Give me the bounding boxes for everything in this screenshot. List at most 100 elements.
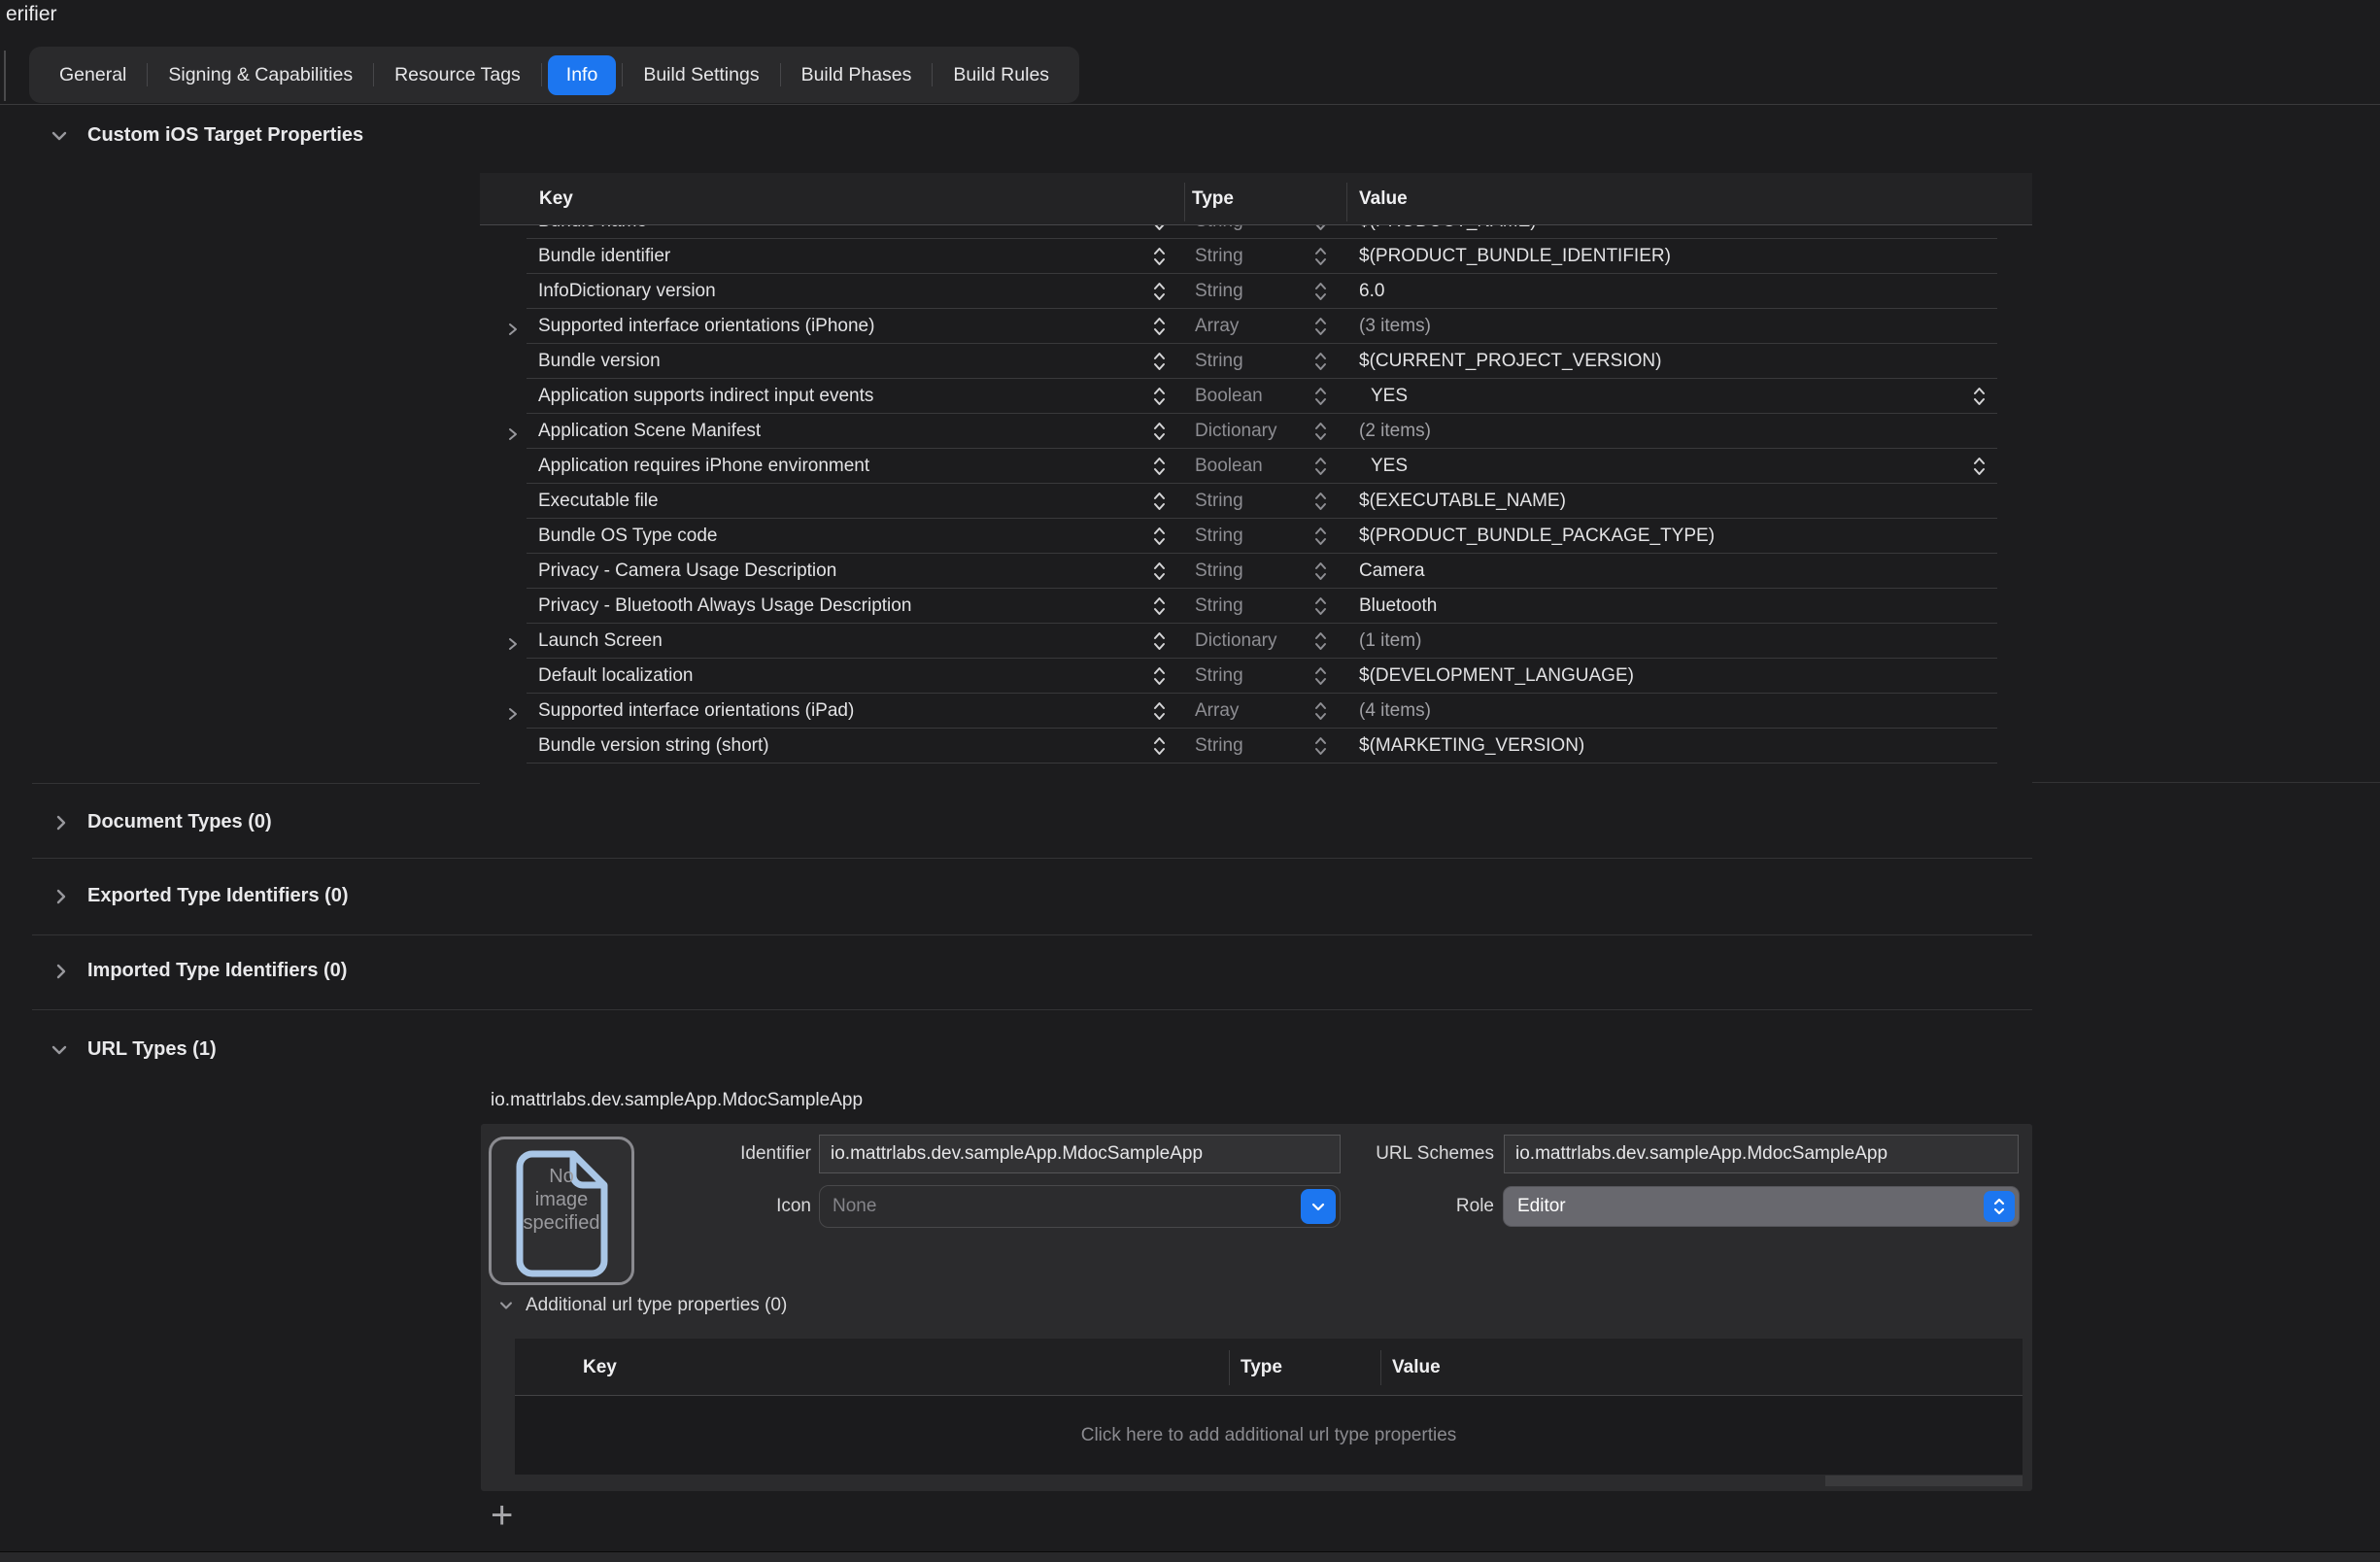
row-value[interactable]: (3 items) — [1359, 309, 1431, 344]
additional-table-body[interactable]: Click here to add additional url type pr… — [515, 1396, 2023, 1475]
type-stepper[interactable] — [1313, 349, 1328, 374]
type-stepper[interactable] — [1313, 225, 1328, 234]
section-imported-types-title[interactable]: Imported Type Identifiers (0) — [87, 960, 347, 982]
row-key[interactable]: Executable file — [538, 484, 659, 519]
table-row[interactable]: Privacy - Bluetooth Always Usage Descrip… — [480, 589, 2032, 624]
row-value[interactable]: (1 item) — [1359, 624, 1421, 659]
table-row[interactable]: Bundle OS Type codeString$(PRODUCT_BUNDL… — [480, 519, 2032, 554]
table-row[interactable]: Bundle identifier String $(PRODUCT_BUNDLE_… — [480, 239, 2032, 274]
key-stepper[interactable] — [1152, 225, 1167, 234]
row-value[interactable]: YES — [1371, 379, 1408, 414]
key-stepper[interactable] — [1152, 279, 1167, 304]
row-type[interactable]: String — [1195, 729, 1243, 764]
row-key[interactable]: Default localization — [538, 659, 693, 694]
row-value[interactable]: (2 items) — [1359, 414, 1431, 449]
row-value[interactable]: Camera — [1359, 554, 1425, 589]
row-type[interactable]: Array — [1195, 694, 1239, 729]
tab-resource-tags[interactable]: Resource Tags — [374, 64, 541, 86]
chevron-down-icon[interactable] — [49, 1039, 70, 1066]
type-stepper[interactable] — [1313, 279, 1328, 304]
row-value[interactable]: YES — [1371, 449, 1408, 484]
row-key[interactable]: Supported interface orientations (iPhone… — [538, 309, 874, 344]
type-stepper[interactable] — [1313, 489, 1328, 514]
type-stepper[interactable] — [1313, 663, 1328, 689]
table-row[interactable]: Supported interface orientations (iPad) A… — [480, 694, 2032, 729]
row-type[interactable]: Dictionary — [1195, 414, 1276, 449]
table-row[interactable]: Executable fileString$(EXECUTABLE_NAME) — [480, 484, 2032, 519]
table-row[interactable]: Launch ScreenDictionary(1 item) — [480, 624, 2032, 659]
table-row[interactable]: InfoDictionary versionString6.0 — [480, 274, 2032, 309]
type-stepper[interactable] — [1313, 628, 1328, 654]
type-stepper[interactable] — [1313, 594, 1328, 619]
row-type[interactable]: String — [1195, 274, 1243, 309]
type-stepper[interactable] — [1313, 384, 1328, 409]
table-row[interactable]: Bundle name String $(PRODUCT_NAME) — [480, 225, 2032, 239]
chevron-down-icon[interactable] — [49, 125, 70, 152]
section-custom-ios-title[interactable]: Custom iOS Target Properties — [87, 124, 363, 147]
row-value[interactable]: $(EXECUTABLE_NAME) — [1359, 484, 1566, 519]
key-stepper[interactable] — [1152, 244, 1167, 269]
row-value[interactable]: 6.0 — [1359, 274, 1384, 309]
row-value[interactable]: $(PRODUCT_BUNDLE_IDENTIFIER) — [1359, 239, 1671, 274]
row-key[interactable]: Bundle version string (short) — [538, 729, 769, 764]
key-stepper[interactable] — [1152, 489, 1167, 514]
row-type[interactable]: Dictionary — [1195, 624, 1276, 659]
type-stepper[interactable] — [1313, 314, 1328, 339]
additional-properties-title[interactable]: Additional url type properties (0) — [526, 1295, 787, 1316]
row-type[interactable]: String — [1195, 589, 1243, 624]
value-stepper[interactable] — [1972, 454, 1987, 479]
tab-build-rules[interactable]: Build Rules — [933, 64, 1070, 86]
row-key[interactable]: Privacy - Bluetooth Always Usage Descrip… — [538, 589, 911, 624]
table-row[interactable]: Supported interface orientations (iPhone… — [480, 309, 2032, 344]
row-key[interactable]: Bundle name — [538, 225, 647, 239]
row-key[interactable]: Application requires iPhone environment — [538, 449, 869, 484]
table-row[interactable]: Bundle version String $(CURRENT_PROJECT_VE… — [480, 344, 2032, 379]
table-row[interactable]: Application supports indirect input even… — [480, 379, 2032, 414]
key-stepper[interactable] — [1152, 419, 1167, 444]
add-url-type-button[interactable]: + — [491, 1496, 513, 1535]
section-url-types-title[interactable]: URL Types (1) — [87, 1038, 217, 1061]
row-value[interactable]: $(PRODUCT_NAME) — [1359, 225, 1537, 239]
type-stepper[interactable] — [1313, 524, 1328, 549]
row-type[interactable]: String — [1195, 554, 1243, 589]
row-value[interactable]: $(MARKETING_VERSION) — [1359, 729, 1584, 764]
row-value[interactable]: $(CURRENT_PROJECT_VERSION) — [1359, 344, 1661, 379]
table-row[interactable]: Privacy - Camera Usage Description String… — [480, 554, 2032, 589]
row-type[interactable]: String — [1195, 519, 1243, 554]
chevron-down-icon[interactable] — [497, 1297, 515, 1319]
chevron-right-icon[interactable] — [51, 886, 72, 912]
value-stepper[interactable] — [1972, 384, 1987, 409]
row-value[interactable]: (4 items) — [1359, 694, 1431, 729]
row-value[interactable]: $(PRODUCT_BUNDLE_PACKAGE_TYPE) — [1359, 519, 1715, 554]
key-stepper[interactable] — [1152, 594, 1167, 619]
row-value[interactable]: $(DEVELOPMENT_LANGUAGE) — [1359, 659, 1634, 694]
row-type[interactable]: String — [1195, 659, 1243, 694]
row-key[interactable]: Bundle version — [538, 344, 661, 379]
url-type-image-well[interactable]: No image specified — [489, 1137, 634, 1285]
key-stepper[interactable] — [1152, 663, 1167, 689]
table-row[interactable]: Bundle version string (short) String $(MAR… — [480, 729, 2032, 764]
chevron-right-icon[interactable] — [51, 812, 72, 838]
add-properties-hint[interactable]: Click here to add additional url type pr… — [515, 1396, 2023, 1475]
identifier-field[interactable] — [819, 1135, 1341, 1173]
table-row[interactable]: Default localization String $(DEVELOPMENT_… — [480, 659, 2032, 694]
tab-info[interactable]: Info — [548, 55, 617, 95]
row-key[interactable]: Supported interface orientations (iPad) — [538, 694, 854, 729]
up-down-chevrons-icon[interactable] — [1984, 1191, 2015, 1222]
key-stepper[interactable] — [1152, 733, 1167, 759]
row-key[interactable]: Bundle identifier — [538, 239, 670, 274]
row-key[interactable]: Application Scene Manifest — [538, 414, 761, 449]
row-type[interactable]: String — [1195, 239, 1243, 274]
key-stepper[interactable] — [1152, 384, 1167, 409]
row-key[interactable]: Privacy - Camera Usage Description — [538, 554, 836, 589]
row-type[interactable]: String — [1195, 344, 1243, 379]
key-stepper[interactable] — [1152, 698, 1167, 724]
row-value[interactable]: Bluetooth — [1359, 589, 1437, 624]
type-stepper[interactable] — [1313, 733, 1328, 759]
role-popup[interactable]: Editor — [1504, 1187, 2019, 1226]
type-stepper[interactable] — [1313, 698, 1328, 724]
row-type[interactable]: String — [1195, 225, 1243, 239]
type-stepper[interactable] — [1313, 244, 1328, 269]
type-stepper[interactable] — [1313, 559, 1328, 584]
key-stepper[interactable] — [1152, 454, 1167, 479]
